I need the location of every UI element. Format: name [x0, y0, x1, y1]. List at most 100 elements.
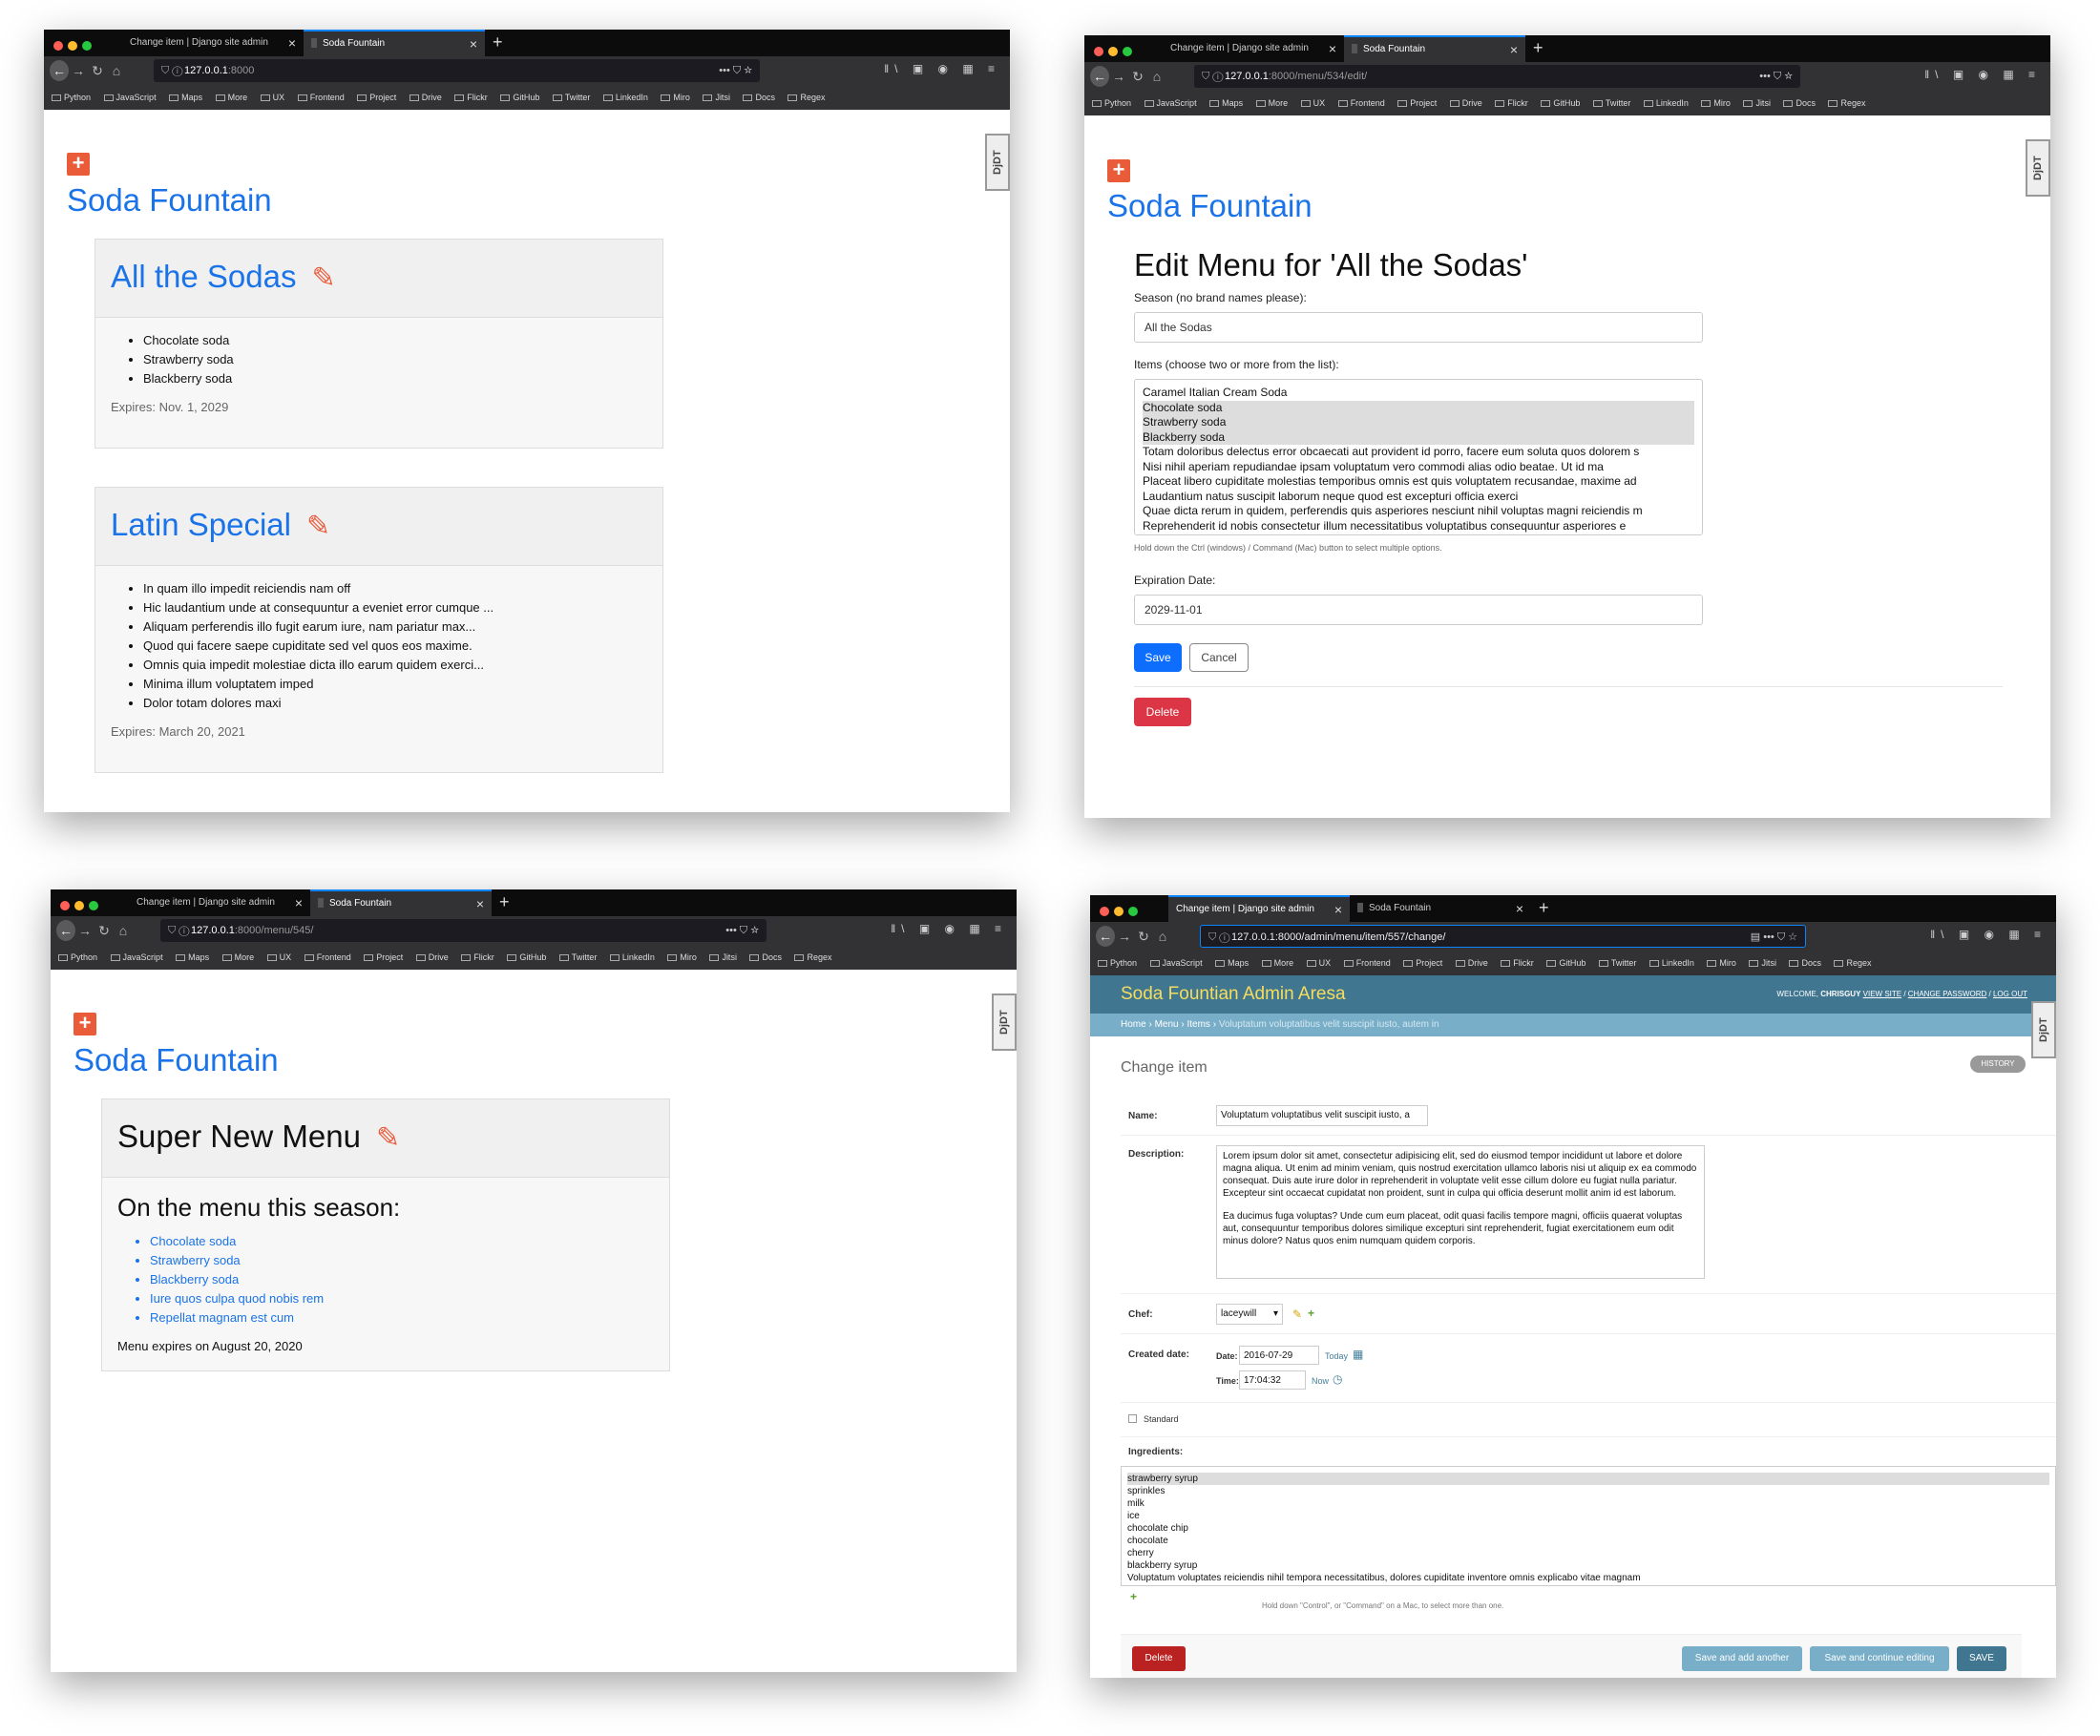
debug-toolbar-handle[interactable]: DjDT [985, 134, 1010, 191]
bookmark-item[interactable]: JavaScript [103, 85, 157, 110]
bookmark-item[interactable]: Miro [667, 945, 697, 970]
tab-admin[interactable]: Change item | Django site admin × [129, 889, 310, 916]
bookmark-item[interactable]: Flickr [461, 945, 494, 970]
name-input[interactable]: Voluptatum voluptatibus velit suscipit i… [1216, 1105, 1428, 1126]
bookmark-item[interactable]: Maps [169, 85, 202, 110]
url-bar[interactable]: ⛉ ⓘ 127.0.0.1:8000/admin/menu/item/557/ch… [1200, 925, 1806, 948]
bookmark-item[interactable]: GitHub [507, 945, 546, 970]
item-link[interactable]: Blackberry soda [150, 1272, 654, 1287]
page-actions-icon[interactable]: ••• ⛉ ☆ [725, 919, 759, 942]
bookmark-item[interactable]: Drive [415, 945, 449, 970]
bookmark-item[interactable]: More [215, 85, 247, 110]
season-input[interactable]: All the Sodas [1134, 312, 1703, 343]
bookmark-item[interactable]: Twitter [558, 945, 597, 970]
bookmark-item[interactable]: LinkedIn [602, 85, 648, 110]
window-controls[interactable] [53, 38, 96, 55]
window-controls[interactable] [1100, 904, 1143, 921]
select-option[interactable]: sprinkles [1127, 1485, 2049, 1497]
bookmark-item[interactable]: GitHub [500, 85, 539, 110]
toolbar-icons[interactable]: ‖\ ▣ ◉ ▦ ≡ [1930, 928, 2047, 941]
select-option[interactable]: Nisi nihil aperiam repudiandae ipsam vol… [1143, 460, 1694, 475]
chef-select[interactable]: laceywill ▾ [1216, 1304, 1283, 1325]
select-option[interactable]: Totam doloribus delectus error obcaecati… [1143, 445, 1694, 460]
now-link[interactable]: Now [1312, 1376, 1329, 1386]
tab-soda[interactable]: Soda Fountain × [304, 30, 485, 56]
select-option[interactable]: Placeat libero cupiditate molestias temp… [1143, 474, 1694, 490]
forward-arrow-icon[interactable]: → [69, 63, 88, 78]
back-arrow-icon[interactable]: ← [1096, 926, 1115, 947]
delete-button[interactable]: Delete [1132, 1646, 1186, 1671]
select-option[interactable]: Reprehenderit id nobis consectetur illum… [1143, 519, 1694, 534]
window-controls[interactable] [60, 898, 103, 915]
bookmark-item[interactable]: UX [266, 945, 291, 970]
debug-toolbar-handle[interactable]: DjDT [2026, 139, 2050, 197]
description-textarea[interactable]: Lorem ipsum dolor sit amet, consectetur … [1216, 1145, 1705, 1279]
tab-soda[interactable]: Soda Fountain × [1350, 895, 1531, 922]
select-option[interactable]: ice [1127, 1510, 2049, 1522]
select-option[interactable]: milk [1127, 1497, 2049, 1510]
new-tab-button[interactable]: + [1539, 895, 1549, 920]
delete-button[interactable]: Delete [1134, 698, 1191, 726]
bookmark-item[interactable]: Drive [409, 85, 442, 110]
reload-icon[interactable]: ↻ [94, 923, 114, 939]
menu-title-link[interactable]: All the Sodas [111, 259, 296, 294]
select-option[interactable]: cherry [1127, 1547, 2049, 1559]
bookmark-item[interactable]: Docs [749, 945, 782, 970]
forward-arrow-icon[interactable]: → [75, 923, 94, 938]
edit-icon[interactable]: ✎ [376, 1121, 400, 1155]
log-out-link[interactable]: LOG OUT [1993, 990, 2027, 998]
close-tab-icon[interactable]: × [476, 891, 484, 916]
bookmark-item[interactable]: GitHub [1546, 951, 1586, 975]
bookmark-item[interactable]: Python [1098, 951, 1137, 975]
select-option[interactable]: chocolate [1127, 1535, 2049, 1547]
bookmark-item[interactable]: Docs [743, 85, 775, 110]
bookmark-item[interactable]: Frontend [304, 945, 351, 970]
back-arrow-icon[interactable]: ← [56, 920, 75, 941]
bookmark-item[interactable]: More [221, 945, 254, 970]
tab-admin[interactable]: Change item | Django site admin × [1168, 895, 1350, 922]
item-link[interactable]: Chocolate soda [150, 1234, 654, 1249]
view-site-link[interactable]: VIEW SITE [1863, 990, 1901, 998]
toolbar-icons[interactable]: ‖\ ▣ ◉ ▦ ≡ [891, 922, 1007, 935]
save-button[interactable]: Save [1134, 643, 1182, 672]
add-icon[interactable]: + [1308, 1307, 1314, 1320]
select-option-selected[interactable]: Chocolate soda [1143, 400, 1694, 415]
reload-icon[interactable]: ↻ [88, 63, 107, 79]
admin-site-title[interactable]: Soda Fountian Admin Aresa [1121, 984, 1346, 1004]
items-multiselect[interactable]: Caramel Italian Cream Soda Chocolate sod… [1134, 379, 1703, 535]
bookmark-item[interactable]: Twitter [1598, 951, 1636, 975]
home-icon[interactable]: ⌂ [107, 63, 126, 78]
reload-icon[interactable]: ↻ [1134, 929, 1153, 945]
bookmark-item[interactable]: Jitsi [709, 945, 737, 970]
select-option-selected[interactable]: Blackberry soda [1143, 429, 1694, 445]
bookmark-item[interactable]: Docs [1789, 951, 1821, 975]
select-option[interactable]: Quae dicta rerum in quidem, perferendis … [1143, 504, 1694, 519]
bookmark-item[interactable]: Flickr [454, 85, 488, 110]
item-link[interactable]: Iure quos culpa quod nobis rem [150, 1291, 654, 1307]
edit-icon[interactable]: ✎ [311, 261, 335, 295]
bookmark-item[interactable]: Jitsi [703, 85, 730, 110]
plus-logo-icon[interactable]: + [74, 1013, 96, 1035]
select-option-selected[interactable]: Strawberry soda [1143, 415, 1694, 430]
bookmark-item[interactable]: Twitter [552, 85, 590, 110]
tab-admin[interactable]: Change item | Django site admin × [122, 30, 304, 56]
standard-checkbox[interactable] [1128, 1414, 1137, 1423]
toolbar-icons[interactable]: ‖\ ▣ ◉ ▦ ≡ [884, 62, 1000, 75]
ingredients-multiselect[interactable]: strawberry syrup sprinkles milk ice choc… [1121, 1466, 2056, 1586]
tab-soda[interactable]: Soda Fountain × [310, 889, 492, 916]
plus-logo-icon[interactable]: + [67, 153, 90, 176]
debug-toolbar-handle[interactable]: DjDT [992, 993, 1017, 1051]
time-input[interactable]: 17:04:32 [1239, 1370, 1306, 1390]
select-option[interactable]: chocolate chip [1127, 1522, 2049, 1535]
close-tab-icon[interactable]: × [295, 889, 303, 916]
bookmark-item[interactable]: Miro [1707, 951, 1736, 975]
close-tab-icon[interactable]: × [1334, 897, 1342, 922]
edit-icon[interactable]: ✎ [306, 510, 330, 543]
select-option-selected[interactable]: strawberry syrup [1127, 1473, 2049, 1485]
debug-toolbar-handle[interactable]: DjDT [2031, 1001, 2056, 1058]
add-icon[interactable]: + [1130, 1590, 1137, 1603]
url-bar[interactable]: ⛉ ⓘ 127.0.0.1:8000 ••• ⛉ ☆ [154, 59, 760, 82]
today-link[interactable]: Today [1325, 1351, 1348, 1361]
pencil-icon[interactable]: ✎ [1292, 1307, 1302, 1321]
bookmark-item[interactable]: Drive [1455, 951, 1488, 975]
